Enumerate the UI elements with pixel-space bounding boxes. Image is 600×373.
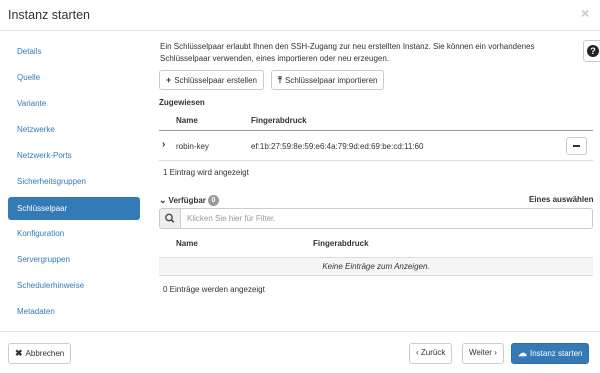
available-toggle[interactable]: ⌄ Verfügbar 0	[159, 195, 219, 207]
allocated-count: 1 Eintrag wird angezeigt	[163, 168, 249, 177]
modal-footer	[0, 331, 600, 373]
select-one-label: Eines auswählen	[529, 195, 594, 204]
allocated-col-fingerprint: Fingerabdruck	[251, 116, 307, 125]
help-button[interactable]: ?	[583, 40, 600, 62]
wizard-sidebar: Details Quelle Variante Netzwerke Netzwe…	[0, 31, 148, 331]
import-key-pair-label: Schlüsselpaar importieren	[284, 76, 378, 85]
create-key-pair-button[interactable]: + Schlüsselpaar erstellen	[159, 70, 264, 90]
cloud-upload-icon: ☁	[518, 348, 527, 358]
sidebar-item-details[interactable]: Details	[8, 40, 140, 63]
chevron-down-icon: ⌄	[159, 195, 167, 205]
close-icon[interactable]: ×	[581, 6, 593, 20]
sidebar-item-source[interactable]: Quelle	[8, 66, 140, 89]
sidebar-item-flavor[interactable]: Variante	[8, 92, 140, 115]
allocated-label: Zugewiesen	[159, 98, 205, 107]
sidebar-item-security-groups[interactable]: Sicherheitsgruppen	[8, 170, 140, 193]
available-label: Verfügbar	[168, 196, 206, 205]
allocated-header-divider	[159, 130, 593, 131]
sidebar-item-scheduler-hints[interactable]: Schedulerhinweise	[8, 274, 140, 297]
allocated-row-divider	[159, 160, 593, 161]
sidebar-item-server-groups[interactable]: Servergruppen	[8, 248, 140, 271]
filter-input[interactable]	[180, 208, 593, 229]
sidebar-item-key-pair[interactable]: Schlüsselpaar	[8, 197, 140, 220]
modal-title: Instanz starten	[8, 8, 90, 22]
search-icon	[159, 208, 181, 229]
deallocate-button[interactable]	[566, 137, 587, 155]
help-icon: ?	[587, 45, 599, 57]
intro-text: Ein Schlüsselpaar erlaubt Ihnen den SSH-…	[160, 42, 535, 63]
plus-icon: +	[166, 75, 172, 85]
cancel-button[interactable]: ✖ Abbrechen	[8, 343, 72, 364]
upload-icon: ⤒	[278, 75, 282, 85]
chevron-right-icon[interactable]: ›	[162, 139, 165, 150]
available-count-badge: 0	[207, 195, 219, 207]
available-empty-text: Keine Einträge zum Anzeigen.	[322, 262, 430, 271]
allocated-row-name: robin-key	[176, 142, 209, 151]
available-count: 0 Einträge werden angezeigt	[163, 285, 265, 294]
times-icon: ✖	[15, 348, 23, 358]
cancel-label: Abbrechen	[25, 349, 65, 358]
available-empty-row: Keine Einträge zum Anzeigen.	[159, 257, 593, 276]
sidebar-item-networks[interactable]: Netzwerke	[8, 118, 140, 141]
launch-instance-modal: Instanz starten × Details Quelle Variant…	[0, 0, 600, 373]
available-col-name: Name	[176, 239, 198, 248]
modal-header: Instanz starten ×	[0, 0, 600, 31]
available-col-fingerprint: Fingerabdruck	[313, 239, 369, 248]
sidebar-item-metadata[interactable]: Metadaten	[8, 300, 140, 323]
sidebar-item-network-ports[interactable]: Netzwerk-Ports	[8, 144, 140, 167]
create-key-pair-label: Schlüsselpaar erstellen	[174, 76, 257, 85]
next-button[interactable]: Weiter ›	[462, 343, 504, 364]
sidebar-item-configuration[interactable]: Konfiguration	[8, 222, 140, 245]
allocated-row-fingerprint: ef:1b:27:59:8e:59:e6:4a:79:9d:ed:69:be:c…	[251, 142, 424, 151]
launch-instance-button[interactable]: ☁ Instanz starten	[511, 343, 590, 364]
minus-icon	[573, 145, 580, 147]
back-button[interactable]: ‹ Zurück	[409, 343, 453, 364]
import-key-pair-button[interactable]: ⤒ Schlüsselpaar importieren	[271, 70, 385, 90]
launch-instance-label: Instanz starten	[530, 349, 583, 358]
allocated-col-name: Name	[176, 116, 198, 125]
